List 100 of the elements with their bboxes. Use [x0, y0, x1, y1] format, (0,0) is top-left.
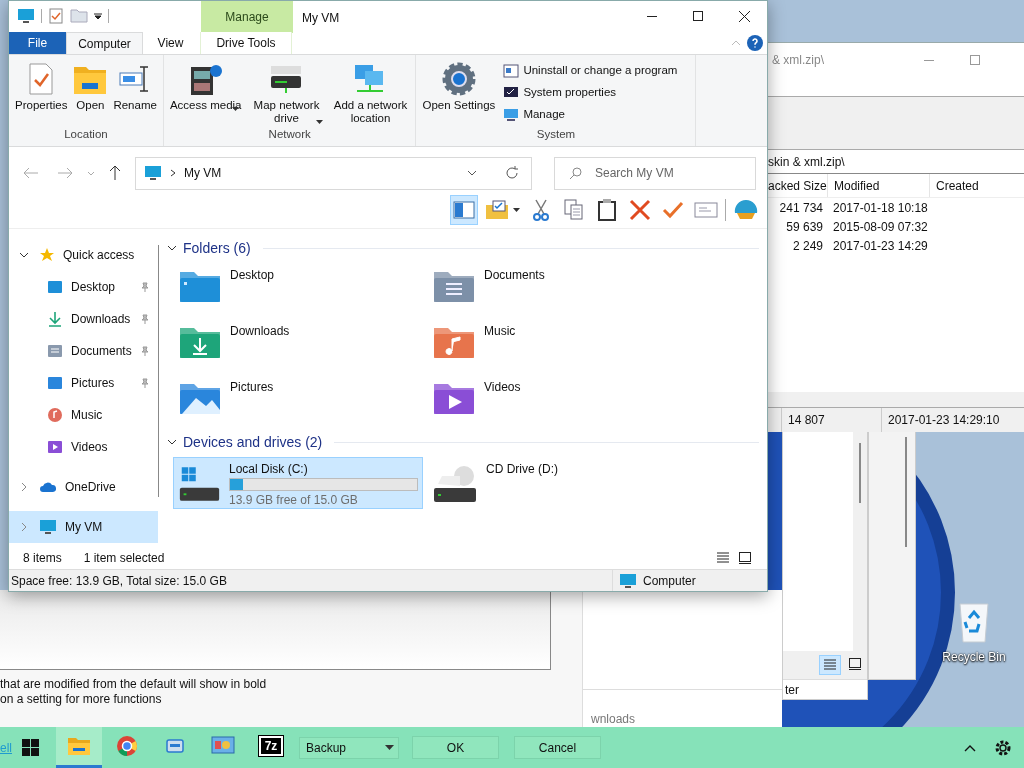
chevron-right-icon[interactable] — [19, 522, 29, 532]
drive-tile[interactable]: CD Drive (D:) — [427, 457, 677, 509]
ribbon-command[interactable]: Manage — [503, 106, 692, 124]
modified-cell-text: 2017-01-23 14:29 — [832, 237, 928, 255]
settings-icon[interactable] — [994, 738, 1012, 757]
ribbon-command[interactable]: Properties — [13, 59, 70, 126]
column-header[interactable]: Created — [930, 174, 1024, 197]
drive-name: CD Drive (D:) — [486, 462, 559, 476]
large-icons-view-icon — [848, 658, 862, 670]
properties-icon[interactable] — [48, 8, 64, 24]
up-arrow-icon[interactable] — [109, 165, 121, 181]
collapse-ribbon-icon[interactable] — [731, 40, 741, 46]
chevron-down-icon[interactable] — [167, 243, 177, 253]
folder-tile[interactable]: Documents — [427, 263, 677, 315]
navigation-item[interactable]: Videos — [9, 431, 158, 463]
ribbon-command[interactable]: Open — [71, 59, 110, 126]
size-cell-text: 2 249 — [791, 237, 823, 255]
chevron-down-icon[interactable] — [167, 437, 177, 447]
status-text: ter — [783, 679, 867, 699]
ribbon-tab[interactable]: Computer — [66, 32, 143, 54]
cloud-icon — [39, 481, 57, 493]
ribbon-tab[interactable]: View — [143, 32, 198, 54]
folder-label: wnloads — [590, 711, 637, 728]
programs-icon — [503, 64, 520, 78]
contextual-tab-header: Manage — [201, 1, 293, 33]
column-header[interactable]: Modified — [828, 174, 930, 197]
start-button[interactable] — [22, 739, 39, 756]
navigation-item[interactable]: My VM — [9, 511, 158, 543]
navigation-label: Desktop — [71, 279, 116, 296]
ribbon-command[interactable]: Uninstall or change a program — [503, 62, 692, 80]
large-icons-view-icon — [738, 552, 752, 564]
command-label: Map network drive — [252, 99, 321, 125]
navigation-item[interactable]: Music — [9, 399, 158, 431]
manage-icon — [503, 108, 520, 122]
chevron-down-icon[interactable] — [467, 170, 477, 176]
navigation-item[interactable]: Downloads — [9, 303, 158, 335]
command-label: System properties — [523, 85, 617, 101]
modified-cell-text: 2015-08-09 07:32 — [832, 218, 928, 236]
network-drive-icon — [269, 64, 304, 94]
refresh-icon[interactable] — [505, 166, 519, 180]
taskbar-app[interactable]: 7z — [248, 727, 294, 768]
search-field[interactable]: Search My VM — [554, 156, 756, 190]
ribbon-command[interactable]: Map network drive — [245, 59, 328, 126]
view-button[interactable] — [737, 551, 753, 565]
details-view-icon — [823, 659, 837, 671]
folder-tile[interactable]: Music — [427, 319, 677, 371]
command-label: Access media — [169, 99, 242, 112]
scrollbar[interactable] — [157, 245, 158, 497]
properties-icon — [485, 199, 509, 220]
new-folder-icon[interactable] — [70, 9, 88, 23]
selection-count: 1 item selected — [83, 550, 165, 567]
modified-cell-text: 2017-01-18 10:18 — [832, 199, 928, 217]
computer-icon — [144, 165, 162, 181]
drive-free-space: 13.9 GB free of 15.0 GB — [229, 493, 359, 507]
scrollbar — [859, 443, 861, 503]
command-label: Open Settings — [422, 99, 496, 112]
computer-icon — [619, 572, 637, 589]
ribbon-tab[interactable]: Drive Tools — [200, 32, 292, 54]
taskbar-app[interactable] — [56, 727, 102, 768]
navigation-item[interactable]: Documents — [9, 335, 158, 367]
ribbon-command[interactable]: System properties — [503, 84, 692, 102]
folder-name: Downloads — [230, 324, 291, 338]
music-folder-icon — [47, 407, 63, 423]
folder-tile[interactable]: Pictures — [173, 375, 423, 427]
location-label: Computer — [643, 572, 696, 590]
dropdown-value: Backup — [306, 739, 347, 757]
section-header[interactable]: Folders (6) — [183, 237, 251, 259]
forward-arrow-icon[interactable] — [57, 167, 73, 179]
section-header[interactable]: Devices and drives (2) — [183, 431, 323, 453]
dropdown-icon[interactable] — [94, 12, 102, 20]
details-view-icon — [716, 552, 730, 564]
address-bar[interactable]: My VM — [135, 156, 532, 190]
ribbon-command[interactable]: Access media — [167, 59, 244, 126]
back-arrow-icon[interactable] — [23, 167, 39, 179]
drive-icon — [164, 739, 186, 753]
dialog-button[interactable]: Cancel — [514, 736, 601, 759]
folder-tile[interactable]: Desktop — [173, 263, 423, 315]
dialog-button[interactable]: OK — [412, 736, 499, 759]
navigation-item[interactable]: Quick access — [9, 239, 158, 271]
recent-dropdown-icon[interactable] — [87, 170, 95, 176]
ribbon-command[interactable]: Rename — [111, 59, 159, 126]
navigation-item[interactable]: Pictures — [9, 367, 158, 399]
chevron-down-icon[interactable] — [19, 250, 29, 260]
folder-tile[interactable]: Downloads — [173, 319, 423, 371]
minimize-icon — [924, 59, 934, 61]
help-icon[interactable] — [747, 35, 763, 51]
delete-icon — [629, 198, 651, 221]
folder-name: Desktop — [230, 268, 276, 282]
ribbon-command[interactable]: Add a network location — [329, 59, 412, 126]
folder-name: Pictures — [230, 380, 275, 394]
chevron-right-icon[interactable] — [19, 482, 29, 492]
drive-tile[interactable]: Local Disk (C:) 13.9 GB free of 15.0 GB — [173, 457, 423, 509]
horizontal-scrollbar[interactable] — [768, 392, 1024, 408]
chevron-up-icon[interactable] — [964, 743, 976, 752]
navigation-item[interactable]: OneDrive — [9, 471, 158, 503]
ribbon-command[interactable]: Open Settings — [420, 59, 498, 126]
ribbon-tab[interactable]: File — [9, 32, 66, 54]
navigation-item[interactable]: Desktop — [9, 271, 158, 303]
backup-dropdown[interactable]: Backup — [299, 736, 399, 759]
folder-tile[interactable]: Videos — [427, 375, 677, 427]
